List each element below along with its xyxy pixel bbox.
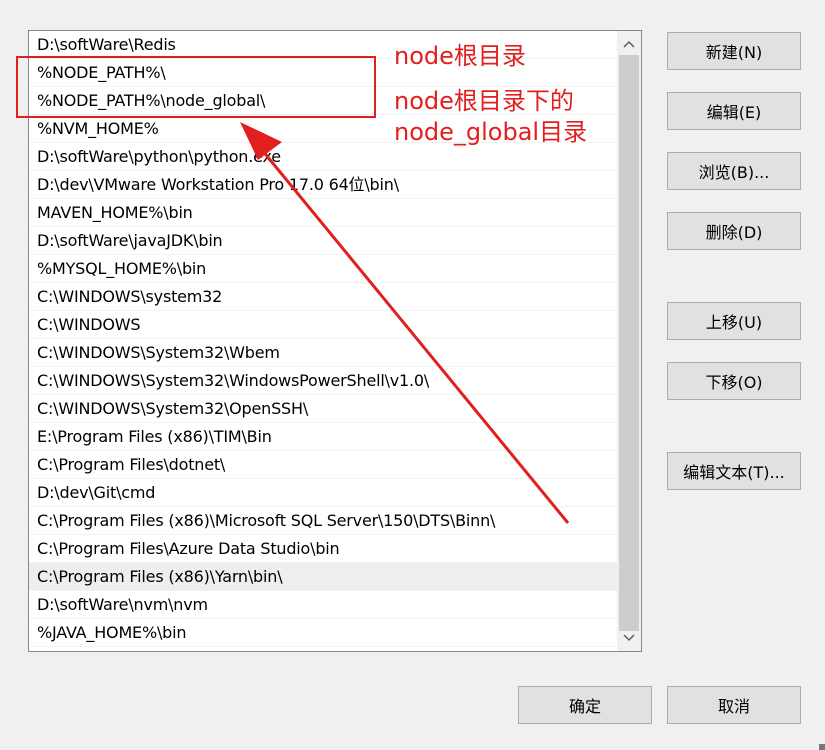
annotation-label-global-line1: node根目录下的 <box>394 87 574 115</box>
path-list-item[interactable]: C:\WINDOWS\system32 <box>29 283 617 311</box>
move-up-button[interactable]: 上移(U) <box>667 302 801 340</box>
cancel-button[interactable]: 取消 <box>667 686 801 724</box>
path-list-item[interactable]: C:\WINDOWS <box>29 311 617 339</box>
path-list-item[interactable]: %JAVA_HOME%\bin <box>29 619 617 647</box>
path-list-item[interactable]: C:\WINDOWS\System32\OpenSSH\ <box>29 395 617 423</box>
browse-button[interactable]: 浏览(B)... <box>667 152 801 190</box>
move-down-button[interactable]: 下移(O) <box>667 362 801 400</box>
new-button[interactable]: 新建(N) <box>667 32 801 70</box>
path-list-item[interactable]: %NODE_PATH%\ <box>29 59 617 87</box>
chevron-up-icon[interactable] <box>617 33 641 55</box>
path-list-item[interactable]: D:\dev\VMware Workstation Pro 17.0 64位\b… <box>29 171 617 199</box>
path-list-item[interactable]: C:\Program Files\Azure Data Studio\bin <box>29 535 617 563</box>
path-list-item[interactable]: D:\dev\Git\cmd <box>29 479 617 507</box>
edit-text-button[interactable]: 编辑文本(T)... <box>667 452 801 490</box>
path-list-item[interactable]: D:\softWare\python\python.exe <box>29 143 617 171</box>
path-list-item[interactable]: D:\softWare\nvm\nvm <box>29 591 617 619</box>
annotation-label-root: node根目录 <box>394 42 526 70</box>
path-list-item[interactable]: D:\softWare\javaJDK\bin <box>29 227 617 255</box>
path-list-item[interactable]: MAVEN_HOME%\bin <box>29 199 617 227</box>
path-list-item[interactable]: E:\Program Files (x86)\TIM\Bin <box>29 423 617 451</box>
path-list-item[interactable]: C:\Program Files\dotnet\ <box>29 451 617 479</box>
delete-button[interactable]: 删除(D) <box>667 212 801 250</box>
scrollbar-thumb[interactable] <box>619 55 639 631</box>
resize-grip-icon <box>819 744 825 750</box>
annotation-label-global-line2: node_global目录 <box>394 118 588 146</box>
chevron-down-icon[interactable] <box>617 627 641 649</box>
path-list-item[interactable]: %MYSQL_HOME%\bin <box>29 255 617 283</box>
vertical-scrollbar[interactable] <box>617 31 641 651</box>
edit-button[interactable]: 编辑(E) <box>667 92 801 130</box>
path-list-item[interactable]: C:\Program Files (x86)\Microsoft SQL Ser… <box>29 507 617 535</box>
path-list-item[interactable]: C:\Program Files (x86)\Yarn\bin\ <box>29 563 617 591</box>
ok-button[interactable]: 确定 <box>518 686 652 724</box>
path-list-item[interactable]: C:\WINDOWS\System32\Wbem <box>29 339 617 367</box>
path-list-item[interactable]: D:\softWare\Redis <box>29 31 617 59</box>
path-list-item[interactable]: C:\WINDOWS\System32\WindowsPowerShell\v1… <box>29 367 617 395</box>
